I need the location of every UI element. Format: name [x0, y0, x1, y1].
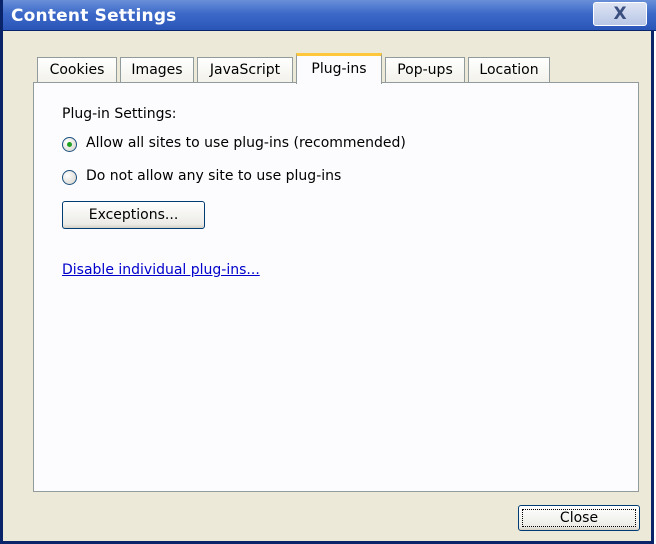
tab-plug-ins[interactable]: Plug-ins — [296, 53, 382, 84]
radio-block-label[interactable]: Do not allow any site to use plug-ins — [86, 168, 341, 184]
tab-cookies[interactable]: Cookies — [37, 57, 117, 83]
tab-pop-ups[interactable]: Pop-ups — [385, 57, 465, 83]
radio-button-unselected[interactable] — [62, 170, 77, 185]
window-title: Content Settings — [11, 6, 177, 26]
title-bar[interactable]: Content Settings X — [3, 0, 656, 31]
plug-in-settings-label: Plug-in Settings: — [62, 106, 177, 122]
close-button[interactable]: Close — [518, 505, 640, 531]
focus-ring — [522, 509, 636, 527]
tab-images[interactable]: Images — [120, 57, 194, 83]
tab-javascript[interactable]: JavaScript — [197, 57, 293, 83]
window-close-button[interactable]: X — [593, 2, 647, 26]
exceptions-button[interactable]: Exceptions... — [62, 201, 205, 229]
tab-location[interactable]: Location — [468, 57, 550, 83]
radio-dot-icon — [67, 142, 72, 147]
close-icon: X — [613, 4, 627, 24]
radio-allow-label[interactable]: Allow all sites to use plug-ins (recomme… — [86, 135, 406, 151]
radio-button-selected[interactable] — [62, 137, 77, 152]
disable-plugins-link[interactable]: Disable individual plug-ins... — [62, 262, 260, 278]
